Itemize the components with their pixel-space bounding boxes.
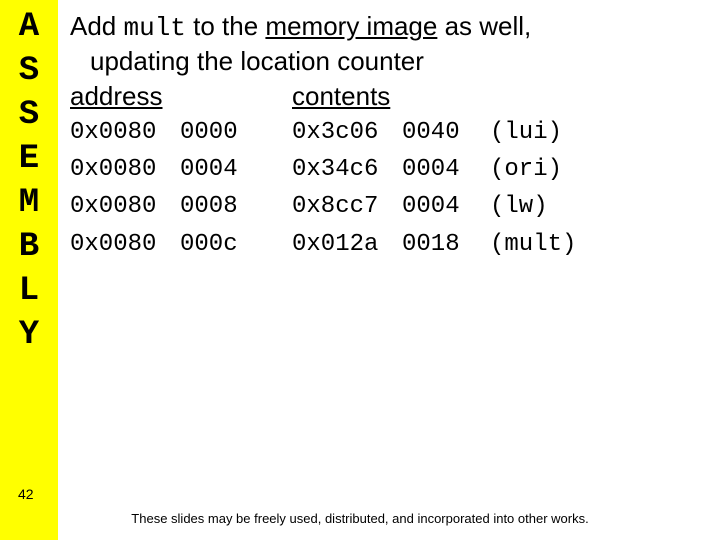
cell-addr2: 0008 xyxy=(180,188,292,225)
table-row: 0x008000000x3c060040(lui) xyxy=(70,114,700,151)
cell-hex2: 0004 xyxy=(402,188,490,225)
cell-addr1: 0x0080 xyxy=(70,226,180,263)
sidebar: ASSEMBLY xyxy=(0,0,58,540)
cell-hex1: 0x012a xyxy=(292,226,402,263)
table-row: 0x008000040x34c60004(ori) xyxy=(70,151,700,188)
cell-instr: (ori) xyxy=(490,151,562,188)
cell-addr1: 0x0080 xyxy=(70,114,180,151)
cell-instr: (mult) xyxy=(490,226,576,263)
slide-content: Add mult to the memory image as well, up… xyxy=(70,10,700,263)
cell-instr: (lui) xyxy=(490,114,562,151)
cell-hex1: 0x8cc7 xyxy=(292,188,402,225)
sidebar-title: ASSEMBLY xyxy=(10,8,48,360)
heading-mid2: as well, xyxy=(437,11,531,41)
cell-addr2: 0004 xyxy=(180,151,292,188)
table-headers: address contents xyxy=(70,81,700,112)
footer-text: These slides may be freely used, distrib… xyxy=(0,511,720,526)
header-address: address xyxy=(70,81,292,112)
cell-addr1: 0x0080 xyxy=(70,188,180,225)
heading-pre: Add xyxy=(70,11,124,41)
cell-hex2: 0004 xyxy=(402,151,490,188)
cell-instr: (lw) xyxy=(490,188,548,225)
cell-addr2: 0000 xyxy=(180,114,292,151)
table-row: 0x0080000c0x012a0018(mult) xyxy=(70,226,700,263)
heading-underline: memory image xyxy=(265,11,437,41)
header-contents: contents xyxy=(292,81,390,112)
heading: Add mult to the memory image as well, up… xyxy=(70,10,700,77)
heading-line2: updating the location counter xyxy=(70,46,424,76)
cell-hex1: 0x34c6 xyxy=(292,151,402,188)
heading-mid1: to the xyxy=(186,11,266,41)
cell-hex2: 0040 xyxy=(402,114,490,151)
memory-table: 0x008000000x3c060040(lui) 0x008000040x34… xyxy=(70,114,700,263)
cell-hex2: 0018 xyxy=(402,226,490,263)
heading-code: mult xyxy=(124,13,186,43)
cell-addr2: 000c xyxy=(180,226,292,263)
table-row: 0x008000080x8cc70004(lw) xyxy=(70,188,700,225)
cell-addr1: 0x0080 xyxy=(70,151,180,188)
cell-hex1: 0x3c06 xyxy=(292,114,402,151)
page-number: 42 xyxy=(18,486,34,502)
